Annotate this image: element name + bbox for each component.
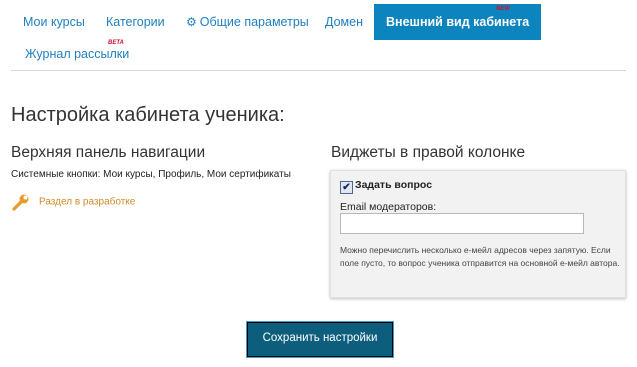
tab-label: Общие параметры — [199, 15, 309, 29]
save-settings-button[interactable]: Сохранить настройки — [247, 322, 393, 357]
tab-cabinet-appearance[interactable]: Внешний вид кабинета — [374, 4, 542, 40]
tab-my-courses[interactable]: Мои курсы — [23, 4, 85, 40]
tab-label: Внешний вид кабинета — [386, 15, 530, 29]
tabs-divider — [11, 70, 626, 71]
widgets-heading: Виджеты в правой колонке — [331, 144, 526, 161]
gears-icon: ⚙ — [186, 15, 197, 29]
nav-tabs: Мои курсы Категории ⚙ Общие параметры Дом… — [0, 0, 637, 72]
widget-settings-panel: ✔ Задать вопрос Email модераторов: Можно … — [330, 170, 626, 298]
tab-label: Категории — [106, 15, 165, 29]
tab-label: Домен — [325, 15, 364, 29]
moderator-email-input[interactable] — [340, 213, 584, 234]
wrench-icon — [12, 194, 29, 211]
dev-note: Раздел в разработке — [11, 192, 135, 212]
tab-domain[interactable]: Домен — [325, 4, 363, 40]
tab-categories[interactable]: Категории — [106, 4, 165, 40]
moderator-email-help: Можно перечислить несколько е-мейл адрес… — [340, 245, 620, 268]
ask-question-row: ✔ Задать вопрос — [340, 179, 432, 194]
system-buttons-text: Системные кнопки: Мои курсы, Профиль, Мо… — [11, 169, 291, 180]
page-title: Настройка кабинета ученика: — [11, 104, 285, 126]
tab-general-settings[interactable]: ⚙ Общие параметры — [186, 4, 309, 40]
beta-badge: BETA — [108, 40, 124, 46]
nav-panel-heading: Верхняя панель навигации — [11, 144, 206, 161]
moderator-email-label: Email модераторов: — [340, 201, 437, 213]
dev-note-text: Раздел в разработке — [39, 196, 136, 208]
ask-question-label: Задать вопрос — [355, 179, 433, 191]
new-badge: NEW — [496, 6, 510, 12]
tab-label: Мои курсы — [23, 15, 85, 29]
tab-label: Журнал рассылки — [25, 47, 130, 61]
ask-question-checkbox[interactable]: ✔ — [340, 181, 353, 194]
